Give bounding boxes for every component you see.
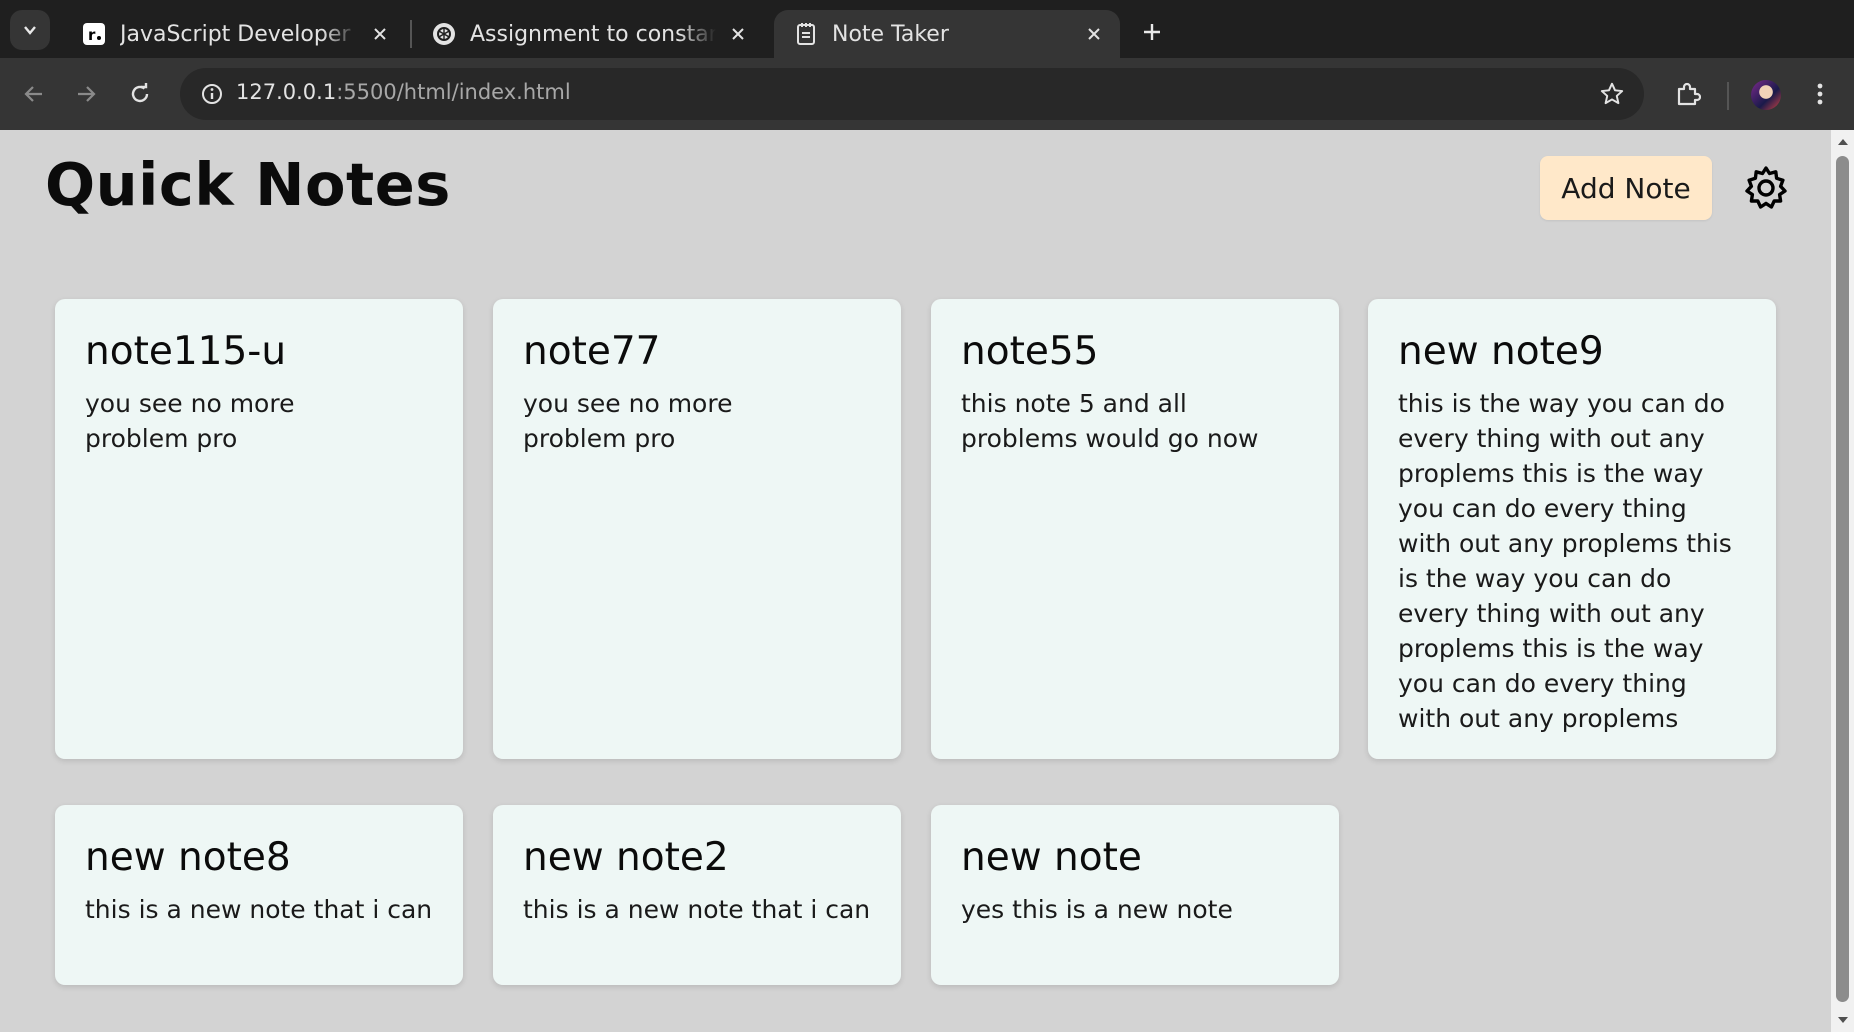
reload-icon (131, 83, 149, 103)
browser-toolbar: 127.0.0.1:5500/html/index.html (0, 58, 1854, 130)
bookmark-star-icon[interactable] (1592, 74, 1632, 114)
back-button[interactable] (12, 72, 56, 116)
tab-javascript-roadmap[interactable]: r JavaScript Developer Ro (62, 10, 406, 58)
note-title: new note (961, 835, 1142, 880)
note-title: note77 (523, 329, 661, 374)
browser-menu-button[interactable] (1798, 72, 1842, 116)
note-body: this note 5 and all problems would go no… (961, 389, 1259, 453)
plus-icon (1144, 24, 1160, 40)
roadmap-icon: r (82, 22, 106, 46)
close-icon[interactable] (1080, 20, 1108, 48)
tab-strip: r JavaScript Developer Ro Assignment to … (0, 0, 1854, 58)
settings-button[interactable] (1738, 160, 1794, 216)
note-title: new note9 (1398, 329, 1604, 374)
note-body: you see no more problem pro (523, 389, 733, 453)
tab-title: Note Taker (832, 21, 949, 47)
note-card[interactable]: new note2 this is a new note that i can (493, 805, 901, 985)
close-icon[interactable] (366, 20, 394, 48)
add-note-button[interactable]: Add Note (1540, 156, 1712, 220)
note-body: you see no more problem pro (85, 389, 295, 453)
note-title: new note8 (85, 835, 291, 880)
openai-icon (432, 22, 456, 46)
close-icon[interactable] (724, 20, 752, 48)
arrow-right-icon (78, 86, 96, 102)
note-card[interactable]: note55 this note 5 and all problems woul… (931, 299, 1339, 759)
page-title: Quick Notes (45, 150, 451, 219)
note-title: new note2 (523, 835, 729, 880)
note-body: this is the way you can do every thing w… (1398, 389, 1732, 733)
page-scrollbar[interactable] (1831, 130, 1854, 1032)
tab-title: JavaScript Developer Ro (120, 21, 358, 47)
chevron-down-icon (24, 26, 36, 35)
url-text[interactable]: 127.0.0.1:5500/html/index.html (236, 80, 571, 104)
note-title: note55 (961, 329, 1099, 374)
kebab-menu-icon (1817, 83, 1823, 105)
note-card[interactable]: note77 you see no more problem pro (493, 299, 901, 759)
forward-button[interactable] (64, 72, 108, 116)
tab-search-button[interactable] (10, 10, 50, 50)
toolbar-divider (1727, 82, 1729, 110)
scrollbar-thumb[interactable] (1836, 156, 1849, 1002)
url-host: 127.0.0.1 (236, 80, 337, 104)
tab-title: Assignment to constant (470, 21, 716, 47)
note-card[interactable]: new note yes this is a new note (931, 805, 1339, 985)
note-body: yes this is a new note (961, 895, 1233, 924)
new-tab-button[interactable] (1134, 14, 1170, 50)
note-card[interactable]: new note9 this is the way you can do eve… (1368, 299, 1776, 759)
scroll-down-arrow-icon[interactable] (1831, 1010, 1854, 1030)
note-title: note115-u (85, 329, 287, 374)
site-info-icon[interactable] (192, 74, 232, 114)
tab-note-taker[interactable]: Note Taker (774, 10, 1120, 58)
puzzle-icon (1677, 82, 1701, 106)
gear-icon (1745, 166, 1787, 209)
svg-text:r: r (88, 26, 96, 44)
extensions-button[interactable] (1666, 72, 1710, 116)
profile-avatar[interactable] (1751, 80, 1781, 110)
note-body: this is a new note that i can (85, 895, 433, 924)
url-path: :5500/html/index.html (336, 80, 571, 104)
reload-button[interactable] (118, 72, 162, 116)
tab-assignment[interactable]: Assignment to constant (412, 10, 764, 58)
notepad-icon (794, 22, 818, 46)
note-card[interactable]: new note8 this is a new note that i can (55, 805, 463, 985)
arrow-left-icon (24, 86, 42, 102)
scroll-up-arrow-icon[interactable] (1831, 132, 1854, 152)
note-body: this is a new note that i can (523, 895, 871, 924)
note-card[interactable]: note115-u you see no more problem pro (55, 299, 463, 759)
address-bar[interactable]: 127.0.0.1:5500/html/index.html (180, 68, 1644, 120)
note-app-page: Quick Notes Add Note note115-u you see n… (0, 130, 1831, 1032)
